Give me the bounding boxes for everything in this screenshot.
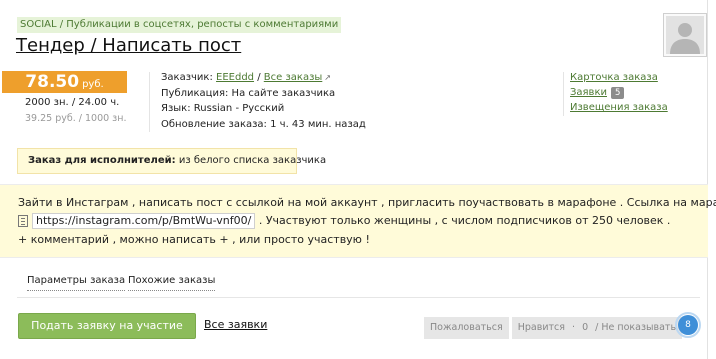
customer-row: Заказчик: EEEddd / Все заказы ↗ xyxy=(161,72,331,83)
updated-row: Обновление заказа: 1 ч. 43 мин. назад xyxy=(161,119,366,130)
volume-deadline: 2000 зн. / 24.00 ч. xyxy=(25,97,120,108)
price-unit: руб. xyxy=(82,79,104,90)
divider xyxy=(149,72,150,132)
category-breadcrumb[interactable]: SOCIAL / Публикации в соцсетях, репосты … xyxy=(17,17,342,33)
customer-link[interactable]: EEEddd xyxy=(216,72,254,83)
like-button[interactable]: Нравится xyxy=(518,322,565,333)
description-line-3: + комментарий , можно написать + , или п… xyxy=(18,233,370,246)
description-line-1: Зайти в Инстаграм , написать пост с ссыл… xyxy=(18,196,716,209)
publication-row: Публикация: На сайте заказчика xyxy=(161,88,335,99)
language-label: Язык: xyxy=(161,103,191,114)
executor-notice: Заказ для исполнителей: из белого списка… xyxy=(17,148,326,174)
complain-button[interactable]: Пожаловаться xyxy=(424,317,509,339)
customer-label: Заказчик: xyxy=(161,72,213,83)
bids-link-row: Заявки 5 xyxy=(570,87,625,99)
bids-link[interactable]: Заявки xyxy=(570,87,607,98)
hide-button[interactable]: / Не показывать xyxy=(595,322,676,333)
divider xyxy=(563,72,564,116)
document-link-icon xyxy=(18,215,28,227)
user-silhouette-icon xyxy=(666,16,704,54)
bid-counter-badge[interactable]: 8 xyxy=(675,312,701,338)
updated-label: Обновление заказа: xyxy=(161,119,267,130)
notice-value: из белого списка заказчика xyxy=(178,155,327,166)
customer-avatar[interactable] xyxy=(663,13,707,57)
like-separator: · xyxy=(572,322,576,333)
action-bar: Пожаловаться Нравится · 0 / Не показыват… xyxy=(424,317,683,339)
page-title[interactable]: Тендер / Написать пост xyxy=(16,35,241,56)
order-card-link-row: Карточка заказа xyxy=(570,72,658,83)
language-value: Russian - Русский xyxy=(193,103,285,114)
notice-label: Заказ для исполнителей: xyxy=(28,155,176,166)
bids-count-badge: 5 xyxy=(611,87,625,99)
like-group: Нравится · 0 / Не показывать xyxy=(511,317,683,339)
tab-similar-orders[interactable]: Похожие заказы xyxy=(128,275,216,291)
tab-order-params[interactable]: Параметры заказа xyxy=(27,275,126,291)
all-orders-link[interactable]: Все заказы xyxy=(264,72,323,83)
separator: / xyxy=(257,72,261,83)
apply-button[interactable]: Подать заявку на участие xyxy=(18,313,196,339)
rate-per-1000: 39.25 руб. / 1000 зн. xyxy=(25,113,127,124)
publication-label: Публикация: xyxy=(161,88,229,99)
order-card: SOCIAL / Публикации в соцсетях, репосты … xyxy=(0,0,716,359)
like-count: 0 xyxy=(582,322,589,333)
all-bids-link[interactable]: Все заявки xyxy=(204,318,267,331)
updated-value: 1 ч. 43 мин. назад xyxy=(270,119,366,130)
language-row: Язык: Russian - Русский xyxy=(161,103,284,114)
external-link-icon: ↗ xyxy=(324,73,331,82)
notifications-link-row: Извещения заказа xyxy=(570,102,668,113)
publication-value: На сайте заказчика xyxy=(231,88,336,99)
order-card-link[interactable]: Карточка заказа xyxy=(570,72,658,83)
divider xyxy=(17,297,700,298)
price-badge: 78.50 руб. xyxy=(2,71,127,93)
price-value: 78.50 xyxy=(25,72,80,92)
order-description: Зайти в Инстаграм , написать пост с ссыл… xyxy=(0,184,716,258)
description-line-2: https://instagram.com/p/BmtWu-vnf00/ . У… xyxy=(18,213,670,229)
notifications-link[interactable]: Извещения заказа xyxy=(570,102,668,113)
description-line-2-text: . Участвуют только женщины , с числом по… xyxy=(258,214,671,227)
marathon-url[interactable]: https://instagram.com/p/BmtWu-vnf00/ xyxy=(32,213,256,229)
